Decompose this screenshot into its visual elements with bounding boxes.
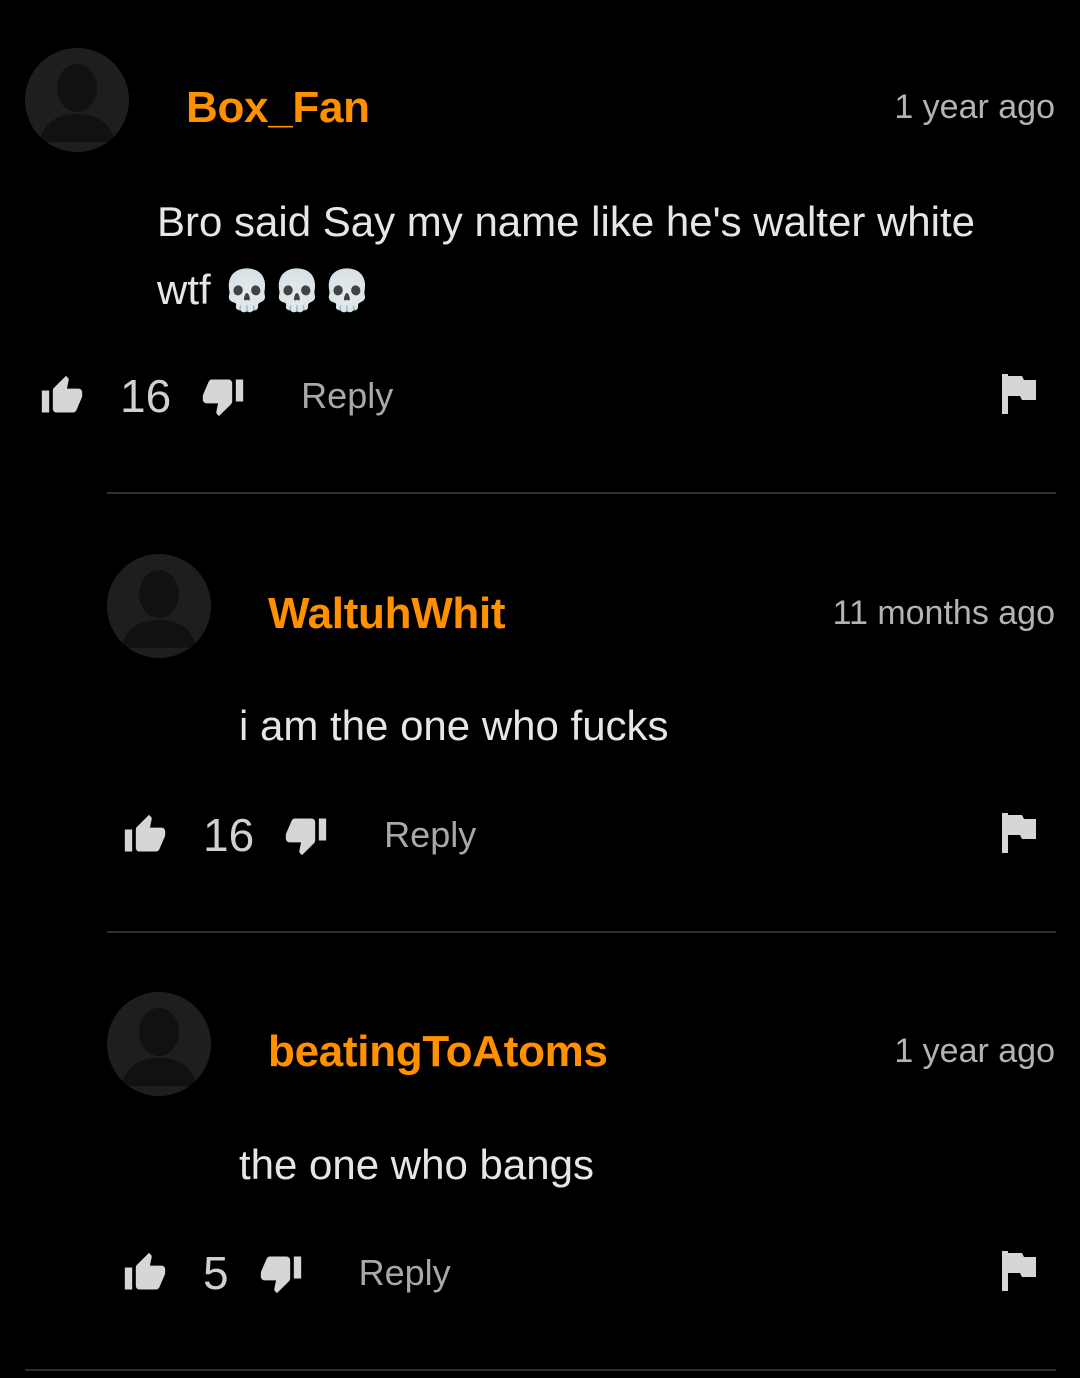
like-count: 16: [203, 809, 255, 861]
reply-button[interactable]: Reply: [301, 375, 393, 417]
avatar-placeholder-icon: [107, 992, 211, 1096]
comment-text-word: wtf: [157, 266, 211, 313]
comment-actions: 5 Reply: [123, 1243, 451, 1303]
username[interactable]: Box_Fan: [186, 83, 370, 133]
comment-actions: 16 Reply: [40, 366, 393, 426]
thumbs-up-icon[interactable]: [123, 813, 167, 857]
username[interactable]: WaltuhWhit: [268, 589, 506, 639]
thumbs-down-icon[interactable]: [284, 813, 328, 857]
divider: [25, 1369, 1056, 1371]
divider: [107, 931, 1056, 933]
thumbs-down-icon[interactable]: [259, 1251, 303, 1295]
timestamp: 1 year ago: [894, 1032, 1055, 1070]
comment-text-line: the one who bangs: [239, 1141, 594, 1188]
thumbs-up-icon[interactable]: [40, 374, 84, 418]
skull-emoji: 💀💀💀: [222, 268, 372, 314]
flag-icon[interactable]: [1000, 372, 1038, 416]
avatar[interactable]: [107, 992, 211, 1096]
comment-text: Bro said Say my name like he's walter wh…: [157, 188, 975, 325]
timestamp: 11 months ago: [832, 594, 1055, 632]
thumbs-up-icon[interactable]: [123, 1251, 167, 1295]
username[interactable]: beatingToAtoms: [268, 1027, 608, 1077]
thumbs-down-icon[interactable]: [201, 374, 245, 418]
comment-actions: 16 Reply: [123, 805, 476, 865]
comment-text-line: Bro said Say my name like he's walter wh…: [157, 198, 976, 245]
comment-text: the one who bangs: [239, 1131, 594, 1199]
avatar-placeholder-icon: [25, 48, 129, 152]
reply-button[interactable]: Reply: [359, 1252, 451, 1294]
divider: [107, 492, 1056, 494]
comment-text-line: wtf 💀💀💀: [157, 256, 975, 325]
avatar-placeholder-icon: [107, 554, 211, 658]
avatar[interactable]: [107, 554, 211, 658]
comment-text: i am the one who fucks: [239, 692, 669, 760]
avatar[interactable]: [25, 48, 129, 152]
timestamp: 1 year ago: [894, 88, 1055, 126]
like-count: 16: [120, 370, 172, 422]
comment-text-line: i am the one who fucks: [239, 702, 669, 749]
like-count: 5: [203, 1247, 229, 1299]
flag-icon[interactable]: [1000, 811, 1038, 855]
flag-icon[interactable]: [1000, 1249, 1038, 1293]
reply-button[interactable]: Reply: [384, 814, 476, 856]
